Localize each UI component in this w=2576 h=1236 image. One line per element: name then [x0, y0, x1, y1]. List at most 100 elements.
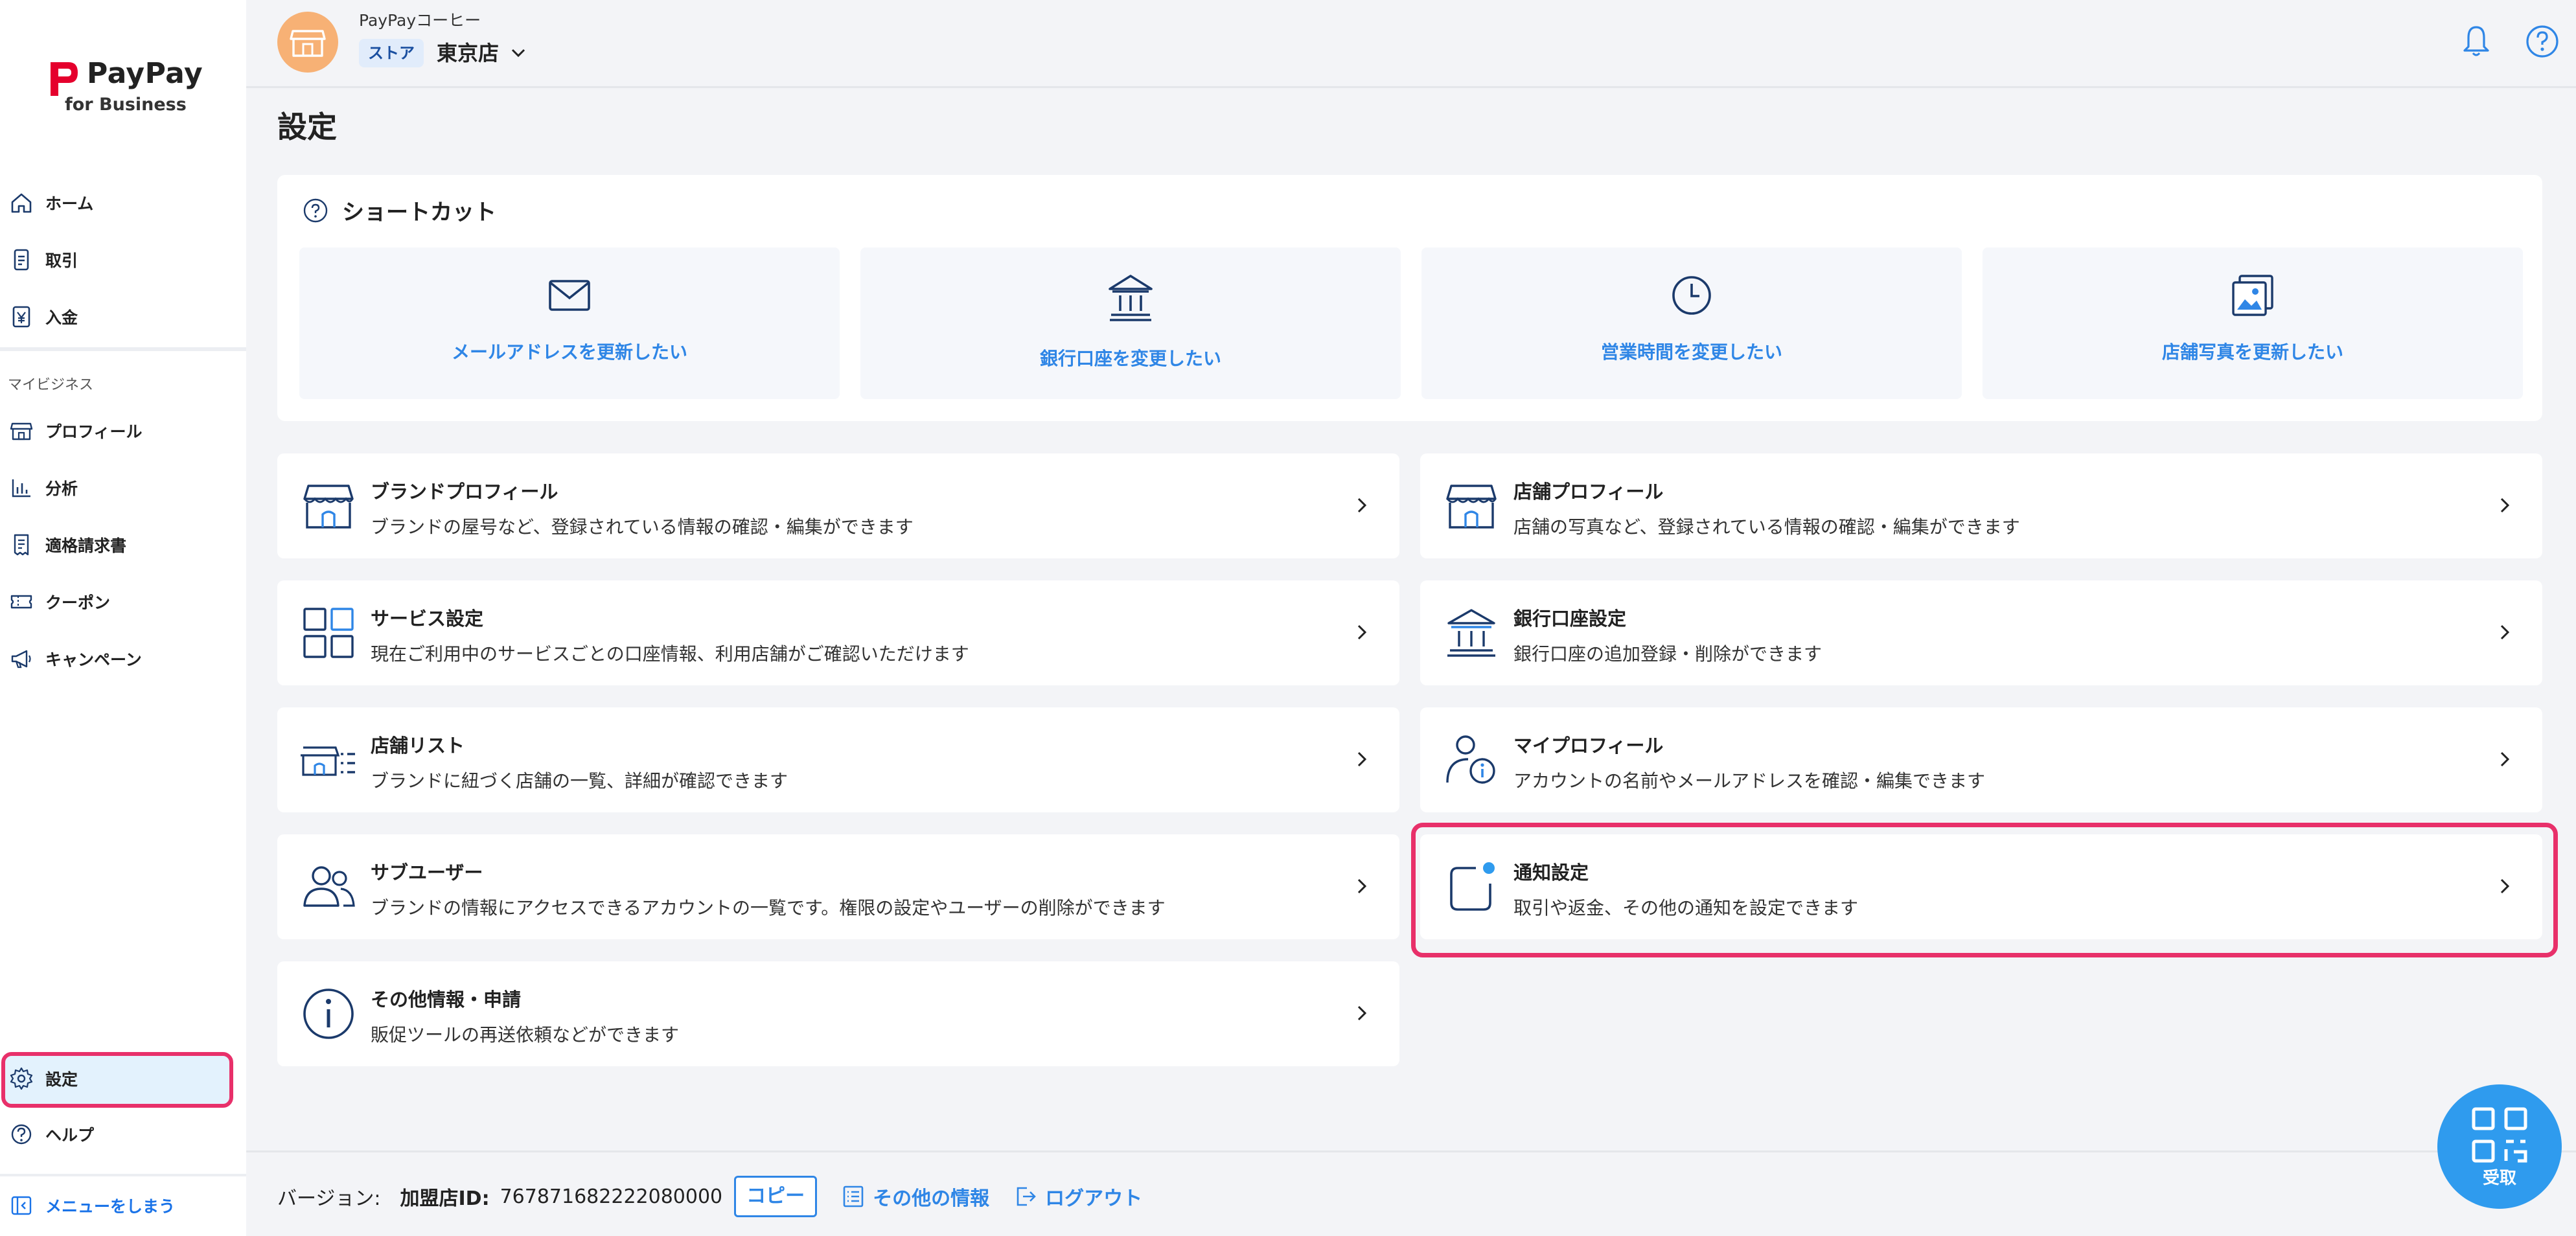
sidebar-item-help[interactable]: ヘルプ	[6, 1112, 233, 1157]
invoice-icon	[14, 534, 29, 556]
paypay-logo[interactable]: PayPay for Business	[47, 57, 203, 119]
other-info-link[interactable]: その他の情報	[842, 1182, 989, 1211]
card-sub-users[interactable]: サブユーザー ブランドの情報にアクセスできるアカウントの一覧です。権限の設定やユ…	[277, 834, 1399, 939]
merchant-id-label: 加盟店ID:	[400, 1187, 490, 1210]
card-description: 現在ご利用中のサービスごとの口座情報、利用店舗がご確認いただけます	[371, 643, 969, 665]
store-list-icon	[301, 746, 355, 776]
clock-icon	[1672, 276, 1711, 315]
store-badge: ストア	[359, 39, 424, 67]
card-service-settings[interactable]: サービス設定 現在ご利用中のサービスごとの口座情報、利用店舗がご確認いただけます	[277, 580, 1399, 685]
card-description: ブランドの情報にアクセスできるアカウントの一覧です。権限の設定やユーザーの削除が…	[371, 897, 1166, 919]
sidebar-item-profile[interactable]: プロフィール	[6, 408, 233, 453]
company-name: PayPayコーヒー	[359, 11, 481, 30]
chevron-down-icon[interactable]	[508, 43, 529, 63]
home-icon	[11, 193, 32, 213]
card-title: 銀行口座設定	[1513, 608, 1627, 630]
mail-icon	[549, 280, 590, 311]
card-store-profile[interactable]: 店舗プロフィール 店舗の写真など、登録されている情報の確認・編集ができます	[1420, 453, 2542, 558]
sidebar-item-label: キャンペーン	[45, 650, 142, 669]
sidebar-item-deposit[interactable]: 入金	[6, 294, 233, 339]
merchant-id-value: 767871682222080000	[500, 1185, 723, 1208]
card-title: マイプロフィール	[1513, 735, 1664, 757]
sidebar-item-label: 適格請求書	[45, 536, 127, 555]
sidebar-divider	[0, 347, 246, 351]
sidebar-item-coupon[interactable]: クーポン	[6, 579, 233, 624]
sidebar-item-label: ホーム	[45, 194, 94, 213]
list-icon	[843, 1185, 864, 1207]
help-icon	[11, 1124, 32, 1145]
sidebar-item-invoice[interactable]: 適格請求書	[6, 522, 233, 567]
sidebar-item-home[interactable]: ホーム	[6, 180, 233, 225]
storefront-icon	[303, 485, 354, 529]
card-title: ブランドプロフィール	[371, 481, 558, 503]
bank-icon	[1109, 275, 1153, 321]
copy-button[interactable]: コピー	[734, 1176, 818, 1217]
shortcut-change-hours[interactable]: 営業時間を変更したい	[1421, 247, 1962, 399]
card-other-info[interactable]: その他情報・申請 販促ツールの再送依頼などができます	[277, 961, 1399, 1066]
deposit-icon	[12, 306, 30, 328]
photo-icon	[2232, 275, 2273, 316]
shortcut-label: 営業時間を変更したい	[1600, 341, 1782, 363]
help-icon[interactable]	[302, 197, 329, 224]
shortcut-card: ショートカット メールアドレスを更新したい 銀行口座を変更したい 営業時間を変更…	[277, 175, 2542, 421]
card-brand-profile[interactable]: ブランドプロフィール ブランドの屋号など、登録されている情報の確認・編集ができま…	[277, 453, 1399, 558]
bank-icon	[1447, 609, 1495, 657]
sidebar-item-label: 入金	[45, 308, 78, 327]
sidebar-bottom-divider	[0, 1174, 246, 1176]
transaction-icon	[14, 249, 29, 271]
card-store-list[interactable]: 店舗リスト ブランドに紐づく店舗の一覧、詳細が確認できます	[277, 707, 1399, 812]
storefront-icon	[1446, 485, 1497, 529]
sidebar-item-settings[interactable]: 設定	[6, 1056, 233, 1101]
paypay-logo-icon	[51, 62, 78, 96]
grid-icon	[303, 608, 354, 658]
megaphone-icon	[11, 650, 31, 669]
card-description: 店舗の写真など、登録されている情報の確認・編集ができます	[1513, 516, 2020, 538]
logout-icon	[1017, 1187, 1036, 1206]
card-title: その他情報・申請	[371, 989, 522, 1011]
shortcut-update-photo[interactable]: 店舗写真を更新したい	[1983, 247, 2523, 399]
sidebar-item-analytics[interactable]: 分析	[6, 465, 233, 510]
chevron-right-icon	[2500, 498, 2510, 513]
store-avatar[interactable]	[277, 12, 338, 73]
shortcut-label: 店舗写真を更新したい	[2161, 341, 2343, 363]
sidebar-section-label: マイビジネス	[8, 377, 94, 393]
sidebar-item-label: クーポン	[45, 593, 111, 612]
store-avatar-icon	[290, 30, 326, 57]
sidebar-item-label: 分析	[45, 479, 78, 498]
shortcut-update-email[interactable]: メールアドレスを更新したい	[299, 247, 840, 399]
logout-link[interactable]: ログアウト	[1014, 1182, 1142, 1211]
user-info-icon	[1446, 735, 1495, 784]
shortcut-label: 銀行口座を変更したい	[1039, 348, 1221, 369]
other-info-label: その他の情報	[873, 1187, 990, 1210]
card-title: サービス設定	[371, 608, 484, 630]
card-description: 販促ツールの再送依頼などができます	[371, 1024, 680, 1046]
version-label: バージョン:	[277, 1187, 381, 1210]
shortcut-change-bank[interactable]: 銀行口座を変更したい	[860, 247, 1401, 399]
chevron-right-icon	[1357, 878, 1367, 894]
info-icon	[303, 989, 354, 1039]
sidebar-item-label: プロフィール	[45, 422, 143, 441]
notification-settings-highlight	[1411, 823, 2558, 957]
receive-button[interactable]: 受取	[2437, 1084, 2562, 1209]
sidebar-item-campaign[interactable]: キャンペーン	[6, 636, 233, 681]
chevron-right-icon	[1357, 751, 1367, 767]
card-description: ブランドに紐づく店舗の一覧、詳細が確認できます	[371, 770, 788, 792]
chevron-right-icon	[1357, 1005, 1367, 1021]
card-my-profile[interactable]: マイプロフィール アカウントの名前やメールアドレスを確認・編集できます	[1420, 707, 2542, 812]
footer-row: バージョン: 加盟店ID: 767871682222080000 コピー その他…	[277, 1176, 1142, 1217]
sidebar-item-transactions[interactable]: 取引	[6, 237, 233, 282]
collapse-menu-icon	[11, 1196, 32, 1215]
help-icon[interactable]	[2523, 22, 2562, 61]
card-title: 店舗リスト	[371, 735, 465, 757]
logo-text: PayPay	[87, 57, 203, 90]
card-description: 銀行口座の追加登録・削除ができます	[1513, 643, 1823, 665]
chevron-right-icon	[2500, 624, 2510, 640]
logo-subtext: for Business	[65, 95, 187, 115]
logout-label: ログアウト	[1045, 1187, 1143, 1210]
qr-code-icon	[2472, 1107, 2527, 1163]
chart-icon	[12, 479, 30, 498]
collapse-menu-button[interactable]: メニューをしまう	[6, 1183, 233, 1228]
store-selector[interactable]: 東京店	[437, 39, 499, 67]
card-bank-account[interactable]: 銀行口座設定 銀行口座の追加登録・削除ができます	[1420, 580, 2542, 685]
bell-icon[interactable]	[2457, 22, 2496, 61]
